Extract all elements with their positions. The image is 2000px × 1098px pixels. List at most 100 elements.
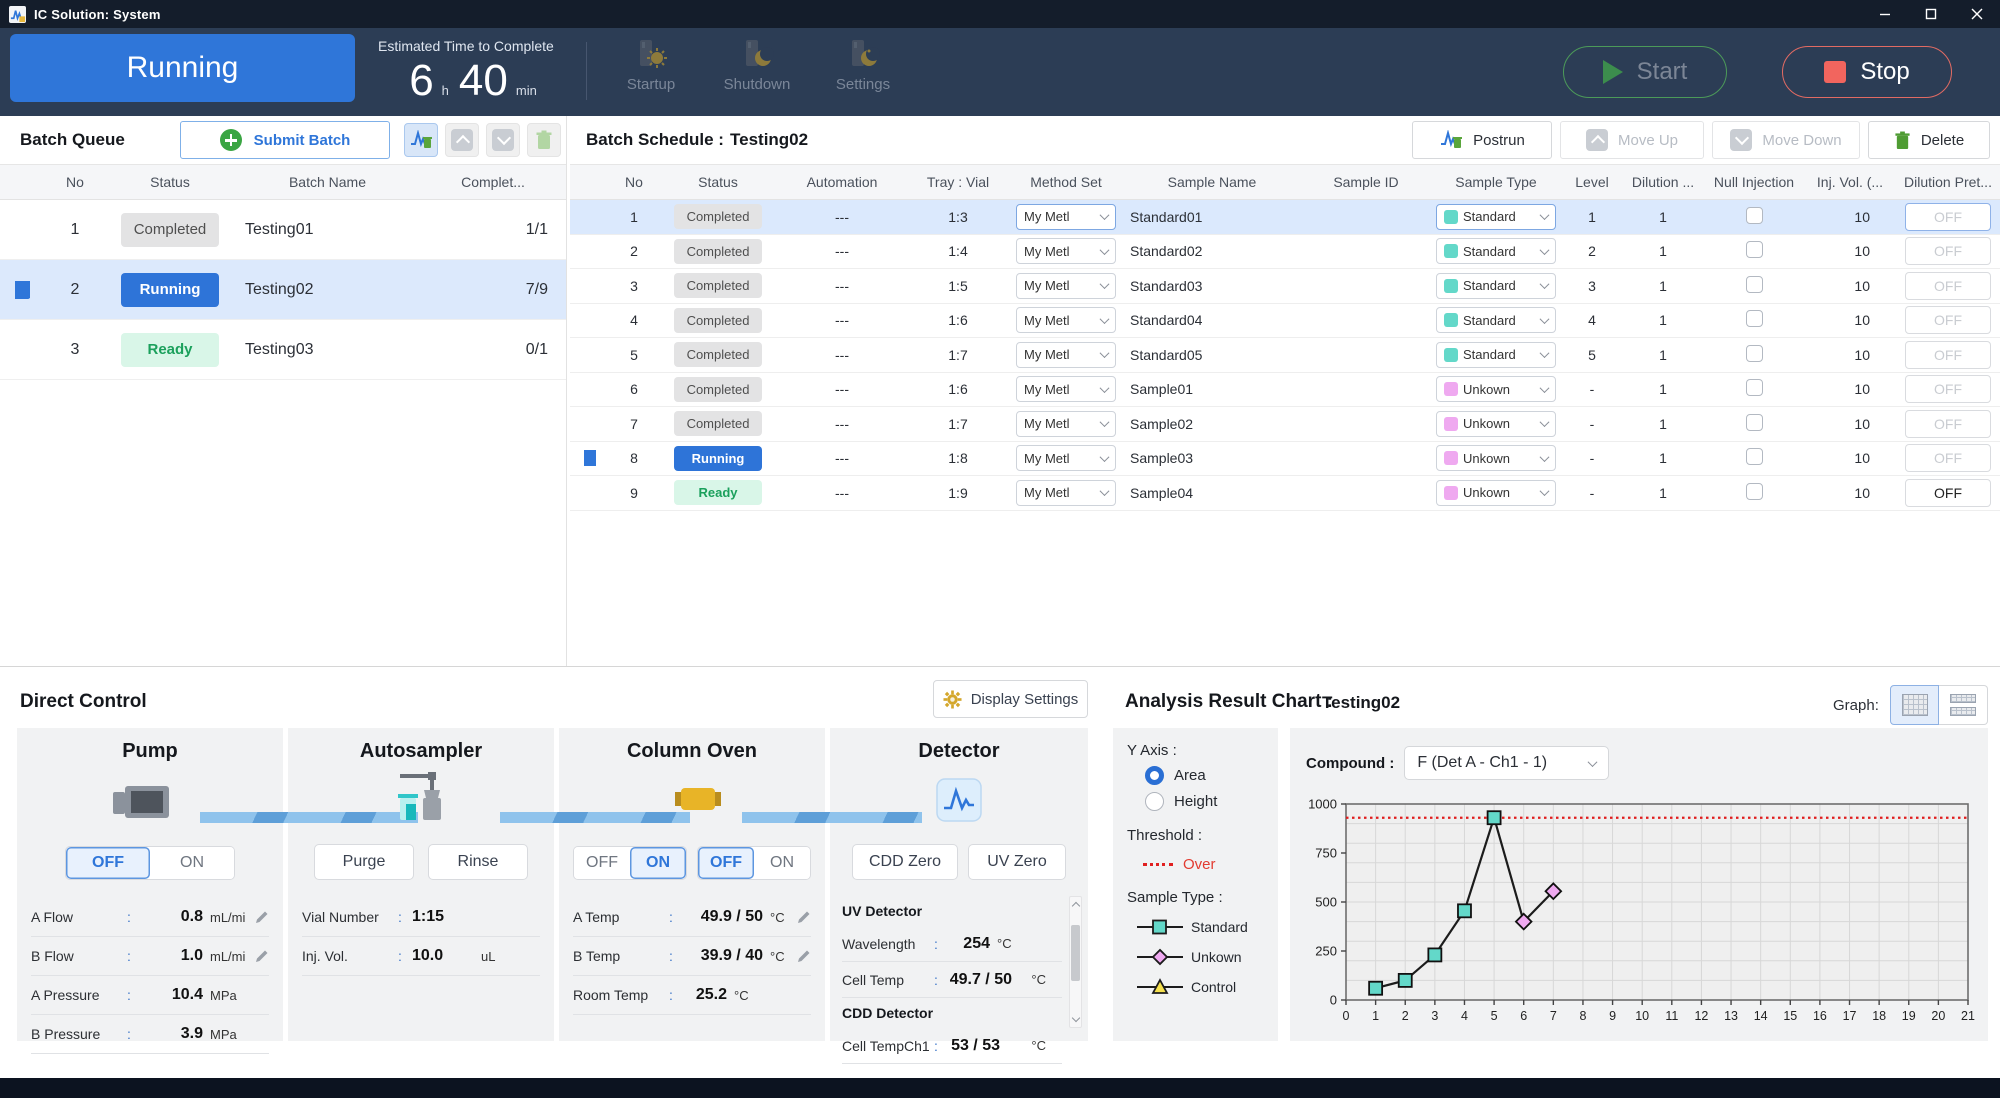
pump-off-button[interactable]: OFF xyxy=(66,847,150,879)
sample-type-select[interactable]: Standard xyxy=(1436,307,1556,333)
sample-type-select[interactable]: Standard xyxy=(1436,204,1556,230)
schedule-row[interactable]: 7 Completed --- 1:7 My Metl Sample02 Unk… xyxy=(570,407,2000,442)
schedule-row[interactable]: 9 Ready --- 1:9 My Metl Sample04 Unkown … xyxy=(570,476,2000,511)
start-button[interactable]: Start xyxy=(1563,46,1727,98)
oven2-on-button[interactable]: ON xyxy=(754,847,810,879)
sample-type-select[interactable]: Unkown xyxy=(1436,411,1556,437)
settings-button[interactable]: Settings xyxy=(827,38,899,93)
submit-batch-button[interactable]: Submit Batch xyxy=(180,121,390,159)
schedule-automation: --- xyxy=(778,416,906,432)
edit-pencil-icon[interactable] xyxy=(797,949,811,963)
graph-single-view-button[interactable] xyxy=(1890,685,1939,725)
dilution-pretreatment-button[interactable]: OFF xyxy=(1905,479,1991,507)
schedule-row[interactable]: 5 Completed --- 1:7 My Metl Standard05 S… xyxy=(570,338,2000,373)
method-set-select[interactable]: My Metl xyxy=(1016,307,1116,333)
sample-type-select[interactable]: Standard xyxy=(1436,342,1556,368)
shutdown-button[interactable]: Shutdown xyxy=(721,38,793,93)
oven-on-button[interactable]: ON xyxy=(630,847,686,879)
chevron-down-icon xyxy=(1540,210,1550,220)
dilution-pretreatment-button[interactable]: OFF xyxy=(1905,444,1991,472)
schedule-row[interactable]: 3 Completed --- 1:5 My Metl Standard03 S… xyxy=(570,269,2000,304)
y-axis-area-option[interactable]: Area xyxy=(1145,766,1278,785)
minimize-button[interactable] xyxy=(1862,0,1908,28)
method-set-select[interactable]: My Metl xyxy=(1016,445,1116,471)
schedule-row[interactable]: 8 Running --- 1:8 My Metl Sample03 Unkow… xyxy=(570,442,2000,477)
dilution-pretreatment-button[interactable]: OFF xyxy=(1905,341,1991,369)
queue-row[interactable]: 2 Running Testing02 7/9 xyxy=(0,260,566,320)
delete-button[interactable]: Delete xyxy=(1868,121,1990,159)
scrollbar-thumb[interactable] xyxy=(1071,925,1080,981)
compound-select[interactable]: F (Det A - Ch1 - 1) xyxy=(1404,746,1609,780)
method-set-select[interactable]: My Metl xyxy=(1016,480,1116,506)
sample-type-select[interactable]: Unkown xyxy=(1436,445,1556,471)
dilution-pretreatment-button[interactable]: OFF xyxy=(1905,272,1991,300)
col-no: No xyxy=(45,174,105,190)
schedule-row[interactable]: 1 Completed --- 1:3 My Metl Standard01 S… xyxy=(570,200,2000,235)
schedule-row[interactable]: 6 Completed --- 1:6 My Metl Sample01 Unk… xyxy=(570,373,2000,408)
schedule-row[interactable]: 2 Completed --- 1:4 My Metl Standard02 S… xyxy=(570,235,2000,270)
dilution-pretreatment-button[interactable]: OFF xyxy=(1905,375,1991,403)
schedule-dilution: 1 xyxy=(1622,209,1704,225)
move-up-button[interactable]: Move Up xyxy=(1560,121,1704,159)
queue-row[interactable]: 1 Completed Testing01 1/1 xyxy=(0,200,566,260)
close-button[interactable] xyxy=(1954,0,2000,28)
edit-pencil-icon[interactable] xyxy=(255,949,269,963)
readout-label: Room Temp xyxy=(573,987,669,1003)
schedule-level: 2 xyxy=(1562,243,1622,259)
null-injection-checkbox[interactable] xyxy=(1746,379,1763,396)
dilution-pretreatment-button[interactable]: OFF xyxy=(1905,306,1991,334)
rinse-button[interactable]: Rinse xyxy=(428,844,528,880)
null-injection-checkbox[interactable] xyxy=(1746,310,1763,327)
move-down-button[interactable]: Move Down xyxy=(1712,121,1860,159)
null-injection-checkbox[interactable] xyxy=(1746,448,1763,465)
null-injection-checkbox[interactable] xyxy=(1746,276,1763,293)
oven2-off-button[interactable]: OFF xyxy=(698,847,754,879)
stop-label: Stop xyxy=(1860,58,1909,86)
sample-type-select[interactable]: Standard xyxy=(1436,273,1556,299)
method-set-select[interactable]: My Metl xyxy=(1016,204,1116,230)
queue-postrun-button[interactable] xyxy=(404,123,438,157)
edit-pencil-icon[interactable] xyxy=(797,910,811,924)
scroll-down-icon[interactable] xyxy=(1071,1014,1079,1022)
maximize-button[interactable] xyxy=(1908,0,1954,28)
display-settings-button[interactable]: Display Settings xyxy=(933,680,1088,718)
method-set-select[interactable]: My Metl xyxy=(1016,273,1116,299)
detector-scrollbar[interactable] xyxy=(1069,896,1082,1028)
col-null-injection: Null Injection xyxy=(1704,174,1804,190)
sample-type-select[interactable]: Unkown xyxy=(1436,480,1556,506)
null-injection-checkbox[interactable] xyxy=(1746,345,1763,362)
method-set-value: My Metl xyxy=(1024,313,1096,328)
method-set-select[interactable]: My Metl xyxy=(1016,238,1116,264)
null-injection-checkbox[interactable] xyxy=(1746,483,1763,500)
null-injection-checkbox[interactable] xyxy=(1746,207,1763,224)
pump-on-button[interactable]: ON xyxy=(150,847,234,879)
method-set-select[interactable]: My Metl xyxy=(1016,376,1116,402)
queue-move-up-button[interactable] xyxy=(445,123,479,157)
queue-row[interactable]: 3 Ready Testing03 0/1 xyxy=(0,320,566,380)
cdd-zero-button[interactable]: CDD Zero xyxy=(852,844,958,880)
oven-off-button[interactable]: OFF xyxy=(574,847,630,879)
startup-button[interactable]: Startup xyxy=(615,38,687,93)
y-axis-height-option[interactable]: Height xyxy=(1145,792,1278,811)
postrun-button[interactable]: Postrun xyxy=(1412,121,1552,159)
dilution-pretreatment-button[interactable]: OFF xyxy=(1905,237,1991,265)
method-set-select[interactable]: My Metl xyxy=(1016,411,1116,437)
null-injection-checkbox[interactable] xyxy=(1746,241,1763,258)
stop-button[interactable]: Stop xyxy=(1782,46,1952,98)
schedule-row[interactable]: 4 Completed --- 1:6 My Metl Standard04 S… xyxy=(570,304,2000,339)
uv-zero-button[interactable]: UV Zero xyxy=(968,844,1066,880)
method-set-select[interactable]: My Metl xyxy=(1016,342,1116,368)
sample-type-swatch xyxy=(1444,313,1458,327)
sample-type-select[interactable]: Standard xyxy=(1436,238,1556,264)
scroll-up-icon[interactable] xyxy=(1071,902,1079,910)
queue-move-down-button[interactable] xyxy=(486,123,520,157)
queue-delete-button[interactable] xyxy=(527,123,561,157)
dilution-pretreatment-button[interactable]: OFF xyxy=(1905,410,1991,438)
dilution-pretreatment-button[interactable]: OFF xyxy=(1905,203,1991,231)
title-bar: IC Solution: System xyxy=(0,0,2000,28)
purge-button[interactable]: Purge xyxy=(314,844,414,880)
edit-pencil-icon[interactable] xyxy=(255,910,269,924)
null-injection-checkbox[interactable] xyxy=(1746,414,1763,431)
sample-type-select[interactable]: Unkown xyxy=(1436,376,1556,402)
graph-split-view-button[interactable] xyxy=(1939,685,1988,725)
